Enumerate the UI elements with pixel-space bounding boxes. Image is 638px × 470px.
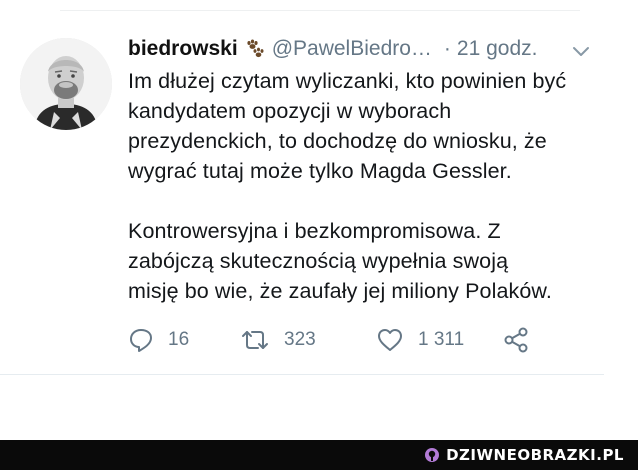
- display-name[interactable]: biedrowski: [128, 34, 238, 64]
- avatar-photo: [20, 38, 112, 130]
- user-handle[interactable]: @PawelBiedro…: [272, 34, 432, 64]
- watermark-text: DZIWNEOBRAZKI.PL: [446, 446, 624, 464]
- tweet-text-line: prezydenckich, to dochodzę do wniosku, ż…: [128, 129, 547, 153]
- tweet-text-line: Im dłużej czytam wyliczanki, kto powinie…: [128, 69, 567, 93]
- tweet-header: biedrowski @PawelBiedro… · 21 godz.: [128, 34, 608, 64]
- watermark: DZIWNEOBRAZKI.PL: [424, 440, 624, 470]
- tweet-text-line: wygrać tutaj może tylko Magda Gessler.: [128, 159, 512, 183]
- screenshot-page: biedrowski @PawelBiedro… · 21 godz. Im d…: [0, 0, 638, 470]
- heart-icon: [378, 329, 402, 351]
- share-icon: [504, 327, 528, 353]
- tweet-text-line: kandydatem opozycji w wyborach: [128, 99, 452, 123]
- separator-dot: ·: [443, 37, 451, 60]
- retweet-icon: [242, 331, 268, 349]
- avatar[interactable]: [20, 38, 112, 130]
- retweet-count: 323: [284, 329, 316, 350]
- reply-count: 16: [168, 329, 190, 350]
- share-button[interactable]: [502, 322, 530, 358]
- retweet-button[interactable]: 323: [240, 322, 316, 358]
- paw-prints-icon: [247, 39, 264, 58]
- chevron-down-icon[interactable]: [570, 40, 592, 62]
- brand-logo-icon: [425, 448, 440, 462]
- tweet-text-line: Kontrowersyjna i bezkompromisowa. Z: [128, 219, 501, 243]
- reply-button[interactable]: 16: [128, 322, 189, 358]
- tweet-actions: 16 323 1 311: [128, 322, 548, 358]
- like-button[interactable]: 1 311: [376, 322, 464, 358]
- reply-icon: [130, 329, 152, 352]
- timestamp[interactable]: 21 godz.: [457, 34, 538, 64]
- watermark-bar: DZIWNEOBRAZKI.PL: [0, 440, 638, 470]
- tweet-content: biedrowski @PawelBiedro… · 21 godz. Im d…: [128, 34, 608, 306]
- tweet[interactable]: biedrowski @PawelBiedro… · 21 godz. Im d…: [0, 0, 638, 380]
- like-count: 1 311: [418, 329, 465, 350]
- tweet-text: Im dłużej czytam wyliczanki, kto powinie…: [128, 66, 608, 306]
- tweet-text-line: misję bo wie, że zaufały jej miliony Pol…: [128, 279, 552, 303]
- divider: [0, 374, 604, 375]
- tweet-text-line: zabójczą skutecznością wypełnia swoją: [128, 249, 509, 273]
